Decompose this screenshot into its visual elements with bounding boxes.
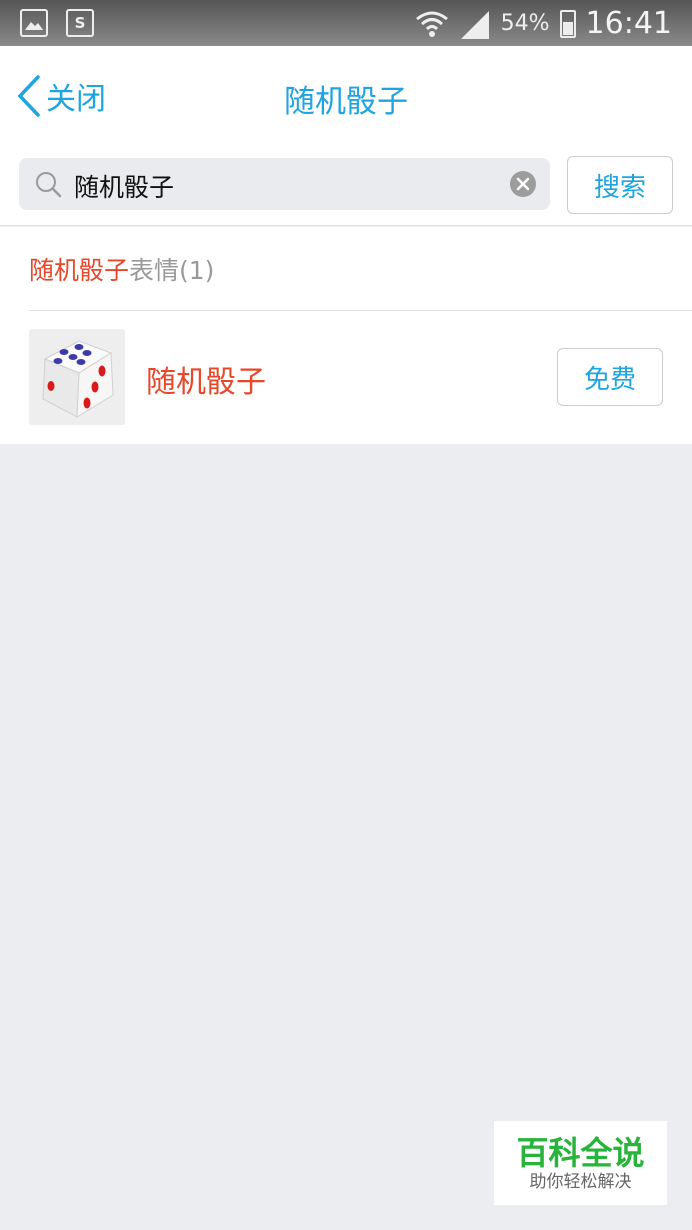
s-app-icon: S (66, 9, 94, 37)
image-icon (20, 9, 48, 37)
list-item[interactable]: 随机骰子 免费 (0, 311, 692, 444)
page-title: 随机骰子 (284, 84, 408, 120)
search-icon (36, 172, 62, 198)
search-input[interactable]: 随机骰子 (19, 158, 550, 210)
watermark-main: 百科全说 (516, 1134, 645, 1172)
watermark-logo: 百科全说 助你轻松解决 (494, 1121, 667, 1205)
results-keyword: 随机骰子 (29, 256, 130, 285)
clock: 16:41 (585, 6, 672, 41)
search-button[interactable]: 搜索 (567, 156, 673, 214)
results-header: 随机骰子表情(1) (0, 227, 692, 311)
clear-icon[interactable] (509, 170, 537, 198)
wifi-icon (415, 11, 448, 37)
status-bar-left: S (20, 9, 94, 37)
search-input-value: 随机骰子 (74, 173, 175, 202)
results-header-text: 随机骰子表情(1) (29, 251, 214, 287)
free-button[interactable]: 免费 (557, 348, 663, 406)
battery-icon (559, 9, 576, 38)
signal-icon (460, 10, 489, 39)
results-count: 表情(1) (129, 256, 215, 285)
watermark-sub: 助你轻松解决 (529, 1172, 632, 1192)
search-row: 随机骰子 搜索 (0, 146, 692, 226)
status-bar-right: 54% 16:41 (415, 6, 672, 41)
dice-icon (42, 340, 114, 418)
item-name: 随机骰子 (146, 365, 266, 400)
dice-thumbnail (29, 329, 125, 425)
status-bar: S 54% 16:41 (0, 0, 692, 46)
nav-bar: 关闭 随机骰子 (0, 46, 692, 146)
battery-percent: 54% (500, 11, 550, 36)
